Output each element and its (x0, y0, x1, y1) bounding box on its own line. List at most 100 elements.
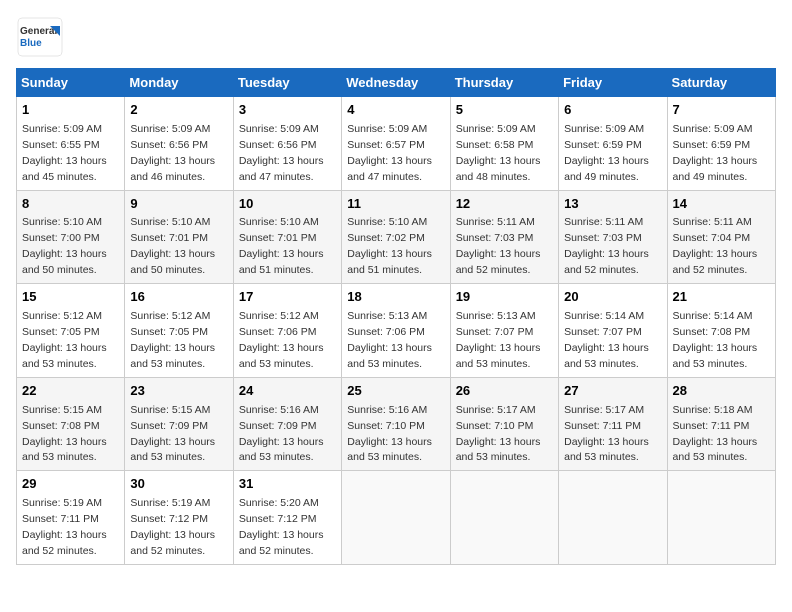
calendar-cell: 31 Sunrise: 5:20 AMSunset: 7:12 PMDaylig… (233, 471, 341, 565)
day-number: 15 (22, 288, 119, 307)
day-content: Sunrise: 5:19 AMSunset: 7:12 PMDaylight:… (130, 497, 215, 557)
calendar-cell: 3 Sunrise: 5:09 AMSunset: 6:56 PMDayligh… (233, 97, 341, 191)
calendar-cell: 30 Sunrise: 5:19 AMSunset: 7:12 PMDaylig… (125, 471, 233, 565)
day-number: 17 (239, 288, 336, 307)
day-content: Sunrise: 5:17 AMSunset: 7:11 PMDaylight:… (564, 404, 649, 464)
calendar-cell: 4 Sunrise: 5:09 AMSunset: 6:57 PMDayligh… (342, 97, 450, 191)
day-content: Sunrise: 5:19 AMSunset: 7:11 PMDaylight:… (22, 497, 107, 557)
calendar-cell: 19 Sunrise: 5:13 AMSunset: 7:07 PMDaylig… (450, 284, 558, 378)
day-number: 5 (456, 101, 553, 120)
day-content: Sunrise: 5:13 AMSunset: 7:07 PMDaylight:… (456, 310, 541, 370)
calendar-cell: 6 Sunrise: 5:09 AMSunset: 6:59 PMDayligh… (559, 97, 667, 191)
logo-icon: General Blue (16, 16, 64, 58)
day-number: 4 (347, 101, 444, 120)
calendar-cell: 2 Sunrise: 5:09 AMSunset: 6:56 PMDayligh… (125, 97, 233, 191)
day-content: Sunrise: 5:10 AMSunset: 7:02 PMDaylight:… (347, 216, 432, 276)
calendar-cell: 1 Sunrise: 5:09 AMSunset: 6:55 PMDayligh… (17, 97, 125, 191)
calendar-cell: 13 Sunrise: 5:11 AMSunset: 7:03 PMDaylig… (559, 190, 667, 284)
day-number: 6 (564, 101, 661, 120)
day-number: 1 (22, 101, 119, 120)
day-number: 24 (239, 382, 336, 401)
day-number: 9 (130, 195, 227, 214)
calendar-cell: 9 Sunrise: 5:10 AMSunset: 7:01 PMDayligh… (125, 190, 233, 284)
calendar-cell: 12 Sunrise: 5:11 AMSunset: 7:03 PMDaylig… (450, 190, 558, 284)
day-content: Sunrise: 5:20 AMSunset: 7:12 PMDaylight:… (239, 497, 324, 557)
calendar-cell (559, 471, 667, 565)
day-content: Sunrise: 5:16 AMSunset: 7:10 PMDaylight:… (347, 404, 432, 464)
day-number: 11 (347, 195, 444, 214)
calendar-cell (342, 471, 450, 565)
day-content: Sunrise: 5:09 AMSunset: 6:57 PMDaylight:… (347, 123, 432, 183)
logo: General Blue (16, 16, 64, 58)
day-number: 21 (673, 288, 770, 307)
day-content: Sunrise: 5:15 AMSunset: 7:09 PMDaylight:… (130, 404, 215, 464)
day-content: Sunrise: 5:09 AMSunset: 6:58 PMDaylight:… (456, 123, 541, 183)
weekday-tuesday: Tuesday (233, 69, 341, 97)
calendar-cell: 27 Sunrise: 5:17 AMSunset: 7:11 PMDaylig… (559, 377, 667, 471)
weekday-thursday: Thursday (450, 69, 558, 97)
day-number: 3 (239, 101, 336, 120)
day-content: Sunrise: 5:14 AMSunset: 7:08 PMDaylight:… (673, 310, 758, 370)
day-content: Sunrise: 5:12 AMSunset: 7:05 PMDaylight:… (22, 310, 107, 370)
calendar-cell: 17 Sunrise: 5:12 AMSunset: 7:06 PMDaylig… (233, 284, 341, 378)
day-number: 27 (564, 382, 661, 401)
day-content: Sunrise: 5:14 AMSunset: 7:07 PMDaylight:… (564, 310, 649, 370)
week-row-3: 15 Sunrise: 5:12 AMSunset: 7:05 PMDaylig… (17, 284, 776, 378)
day-content: Sunrise: 5:09 AMSunset: 6:59 PMDaylight:… (564, 123, 649, 183)
day-content: Sunrise: 5:10 AMSunset: 7:01 PMDaylight:… (130, 216, 215, 276)
svg-text:Blue: Blue (20, 38, 42, 49)
calendar-cell: 22 Sunrise: 5:15 AMSunset: 7:08 PMDaylig… (17, 377, 125, 471)
day-content: Sunrise: 5:11 AMSunset: 7:03 PMDaylight:… (456, 216, 541, 276)
day-number: 23 (130, 382, 227, 401)
calendar-cell: 10 Sunrise: 5:10 AMSunset: 7:01 PMDaylig… (233, 190, 341, 284)
calendar-cell: 18 Sunrise: 5:13 AMSunset: 7:06 PMDaylig… (342, 284, 450, 378)
day-content: Sunrise: 5:10 AMSunset: 7:01 PMDaylight:… (239, 216, 324, 276)
day-number: 26 (456, 382, 553, 401)
calendar-cell (667, 471, 775, 565)
week-row-5: 29 Sunrise: 5:19 AMSunset: 7:11 PMDaylig… (17, 471, 776, 565)
day-number: 22 (22, 382, 119, 401)
day-number: 8 (22, 195, 119, 214)
day-number: 31 (239, 475, 336, 494)
day-number: 19 (456, 288, 553, 307)
day-number: 14 (673, 195, 770, 214)
calendar-cell: 16 Sunrise: 5:12 AMSunset: 7:05 PMDaylig… (125, 284, 233, 378)
day-content: Sunrise: 5:09 AMSunset: 6:59 PMDaylight:… (673, 123, 758, 183)
day-number: 28 (673, 382, 770, 401)
day-content: Sunrise: 5:10 AMSunset: 7:00 PMDaylight:… (22, 216, 107, 276)
calendar-cell: 8 Sunrise: 5:10 AMSunset: 7:00 PMDayligh… (17, 190, 125, 284)
day-number: 10 (239, 195, 336, 214)
day-content: Sunrise: 5:11 AMSunset: 7:03 PMDaylight:… (564, 216, 649, 276)
day-number: 20 (564, 288, 661, 307)
day-number: 2 (130, 101, 227, 120)
week-row-2: 8 Sunrise: 5:10 AMSunset: 7:00 PMDayligh… (17, 190, 776, 284)
calendar-cell: 11 Sunrise: 5:10 AMSunset: 7:02 PMDaylig… (342, 190, 450, 284)
day-content: Sunrise: 5:18 AMSunset: 7:11 PMDaylight:… (673, 404, 758, 464)
header: General Blue (16, 16, 776, 58)
day-content: Sunrise: 5:09 AMSunset: 6:55 PMDaylight:… (22, 123, 107, 183)
weekday-saturday: Saturday (667, 69, 775, 97)
calendar-cell: 14 Sunrise: 5:11 AMSunset: 7:04 PMDaylig… (667, 190, 775, 284)
weekday-friday: Friday (559, 69, 667, 97)
day-content: Sunrise: 5:15 AMSunset: 7:08 PMDaylight:… (22, 404, 107, 464)
calendar-table: SundayMondayTuesdayWednesdayThursdayFrid… (16, 68, 776, 565)
calendar-cell: 5 Sunrise: 5:09 AMSunset: 6:58 PMDayligh… (450, 97, 558, 191)
day-content: Sunrise: 5:13 AMSunset: 7:06 PMDaylight:… (347, 310, 432, 370)
calendar-cell (450, 471, 558, 565)
day-content: Sunrise: 5:16 AMSunset: 7:09 PMDaylight:… (239, 404, 324, 464)
day-number: 12 (456, 195, 553, 214)
day-number: 18 (347, 288, 444, 307)
calendar-cell: 29 Sunrise: 5:19 AMSunset: 7:11 PMDaylig… (17, 471, 125, 565)
day-content: Sunrise: 5:17 AMSunset: 7:10 PMDaylight:… (456, 404, 541, 464)
calendar-cell: 20 Sunrise: 5:14 AMSunset: 7:07 PMDaylig… (559, 284, 667, 378)
weekday-sunday: Sunday (17, 69, 125, 97)
weekday-wednesday: Wednesday (342, 69, 450, 97)
calendar-cell: 7 Sunrise: 5:09 AMSunset: 6:59 PMDayligh… (667, 97, 775, 191)
day-number: 30 (130, 475, 227, 494)
calendar-cell: 28 Sunrise: 5:18 AMSunset: 7:11 PMDaylig… (667, 377, 775, 471)
weekday-header-row: SundayMondayTuesdayWednesdayThursdayFrid… (17, 69, 776, 97)
week-row-1: 1 Sunrise: 5:09 AMSunset: 6:55 PMDayligh… (17, 97, 776, 191)
day-number: 7 (673, 101, 770, 120)
calendar-cell: 24 Sunrise: 5:16 AMSunset: 7:09 PMDaylig… (233, 377, 341, 471)
day-number: 16 (130, 288, 227, 307)
